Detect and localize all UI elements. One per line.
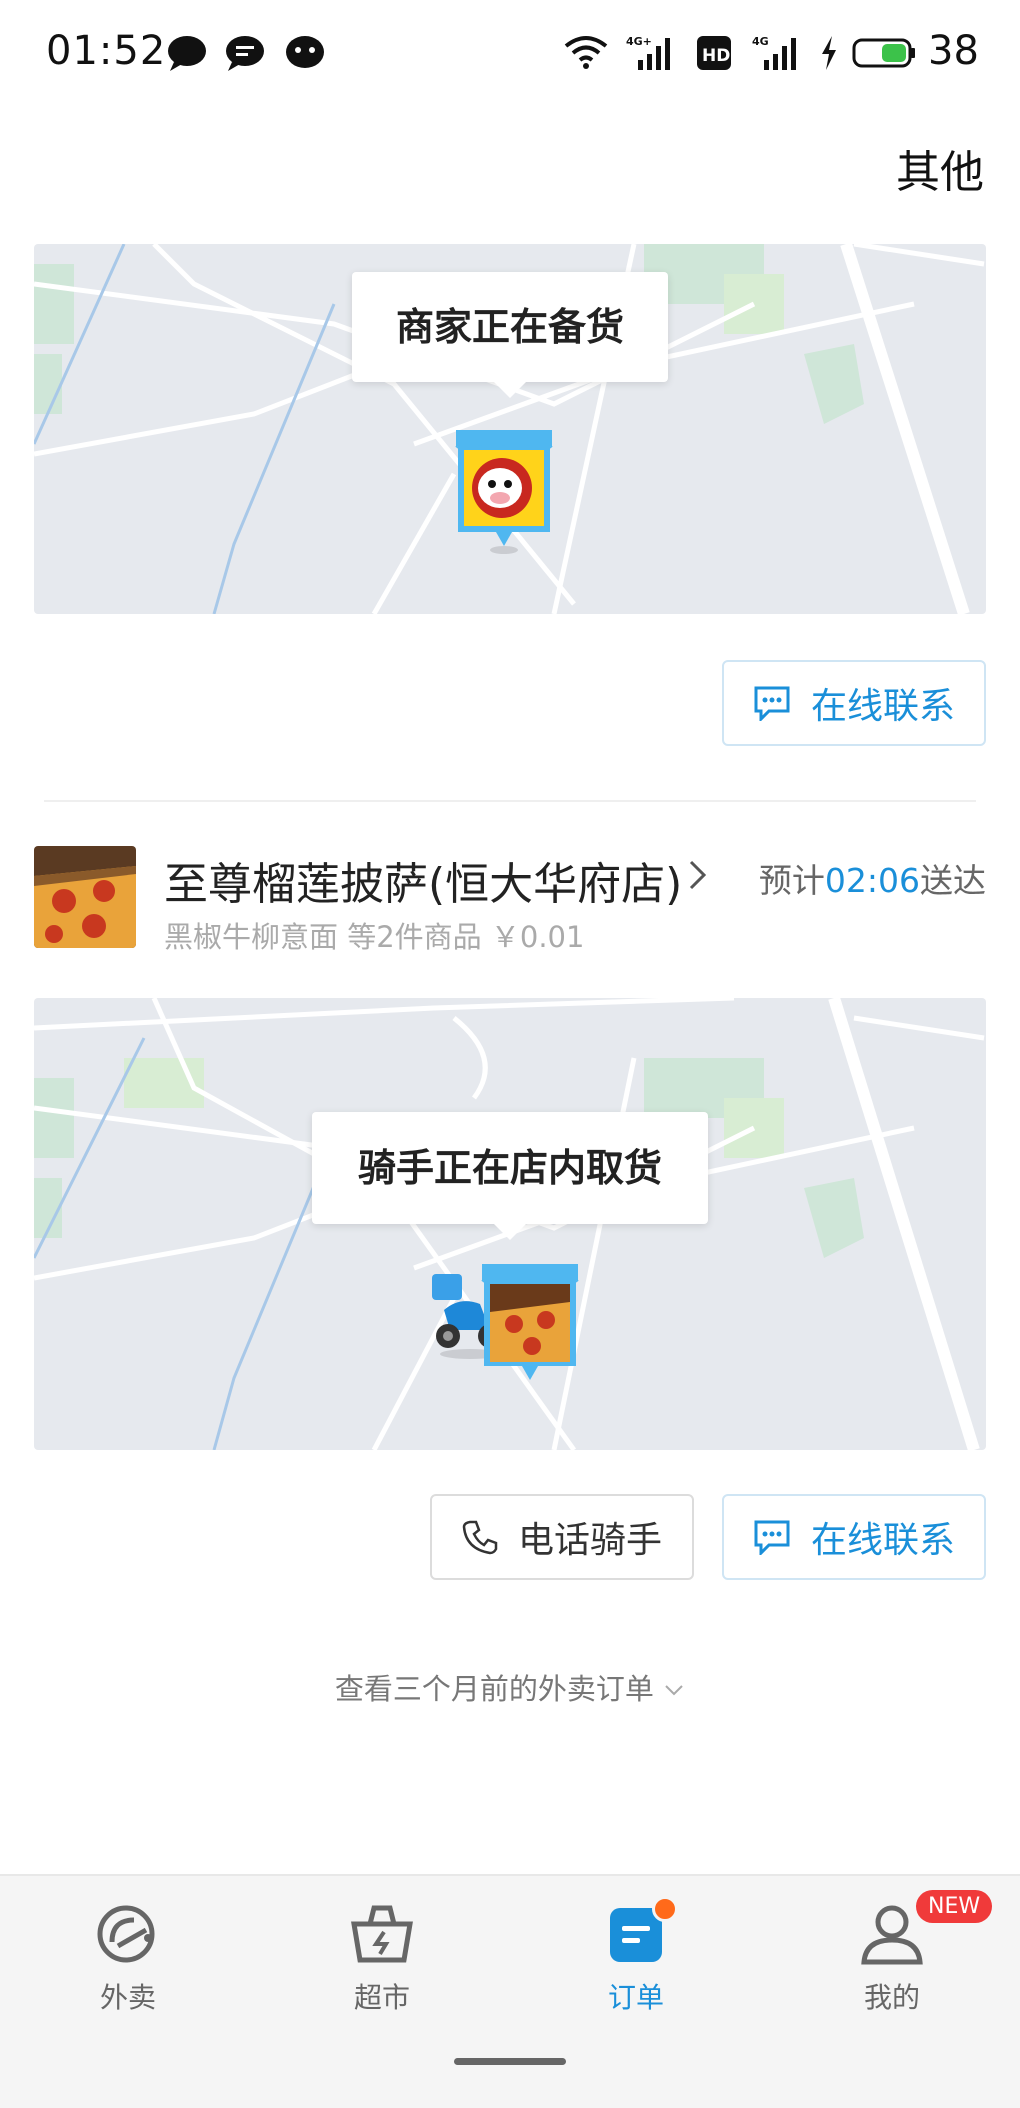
nav-tab-supermarket[interactable]: 超市: [302, 1902, 462, 2016]
eta-suffix: 送达: [920, 861, 986, 900]
face-icon: [286, 36, 324, 68]
nav-label-orders: 订单: [607, 1981, 664, 2014]
order2-map[interactable]: 骑手正在店内取货: [34, 998, 986, 1450]
nav-tab-mine[interactable]: NEW 我的: [812, 1890, 993, 2016]
shop-name-link[interactable]: 至尊榴莲披萨(恒大华府店): [164, 848, 682, 912]
charging-icon: [822, 36, 836, 70]
signal-4g-icon: 4G+: [626, 35, 670, 70]
order1-map[interactable]: 商家正在备货: [34, 244, 986, 614]
call-rider-button[interactable]: 电话骑手: [430, 1494, 694, 1580]
phone-icon: [462, 1520, 498, 1555]
basket-icon: [351, 1905, 413, 1963]
chat-bubble-icon: [754, 686, 790, 721]
call-rider-label: 电话骑手: [517, 1520, 662, 1561]
order1-status-bubble: 商家正在备货: [352, 272, 668, 398]
chevron-right-icon[interactable]: [686, 858, 710, 892]
order1-contact-label: 在线联系: [810, 686, 955, 727]
eta-text: 预计02:06送达: [759, 854, 986, 902]
chat-icon: [226, 36, 264, 71]
new-badge: NEW: [916, 1890, 993, 1923]
shop-pin-icon: [455, 430, 553, 554]
order2-contact-button[interactable]: 在线联系: [722, 1494, 986, 1580]
wifi-icon: [564, 36, 608, 69]
svg-text:4G: 4G: [752, 35, 769, 48]
battery-level: 38: [928, 28, 979, 74]
message-bubble-icon: [168, 36, 206, 71]
history-orders-link[interactable]: 查看三个月前的外卖订单: [0, 1666, 1020, 1708]
pizza-image: [34, 846, 136, 948]
nav-label-supermarket: 超市: [353, 1981, 410, 2014]
eta-prefix: 预计: [758, 861, 825, 900]
svg-text:HD: HD: [702, 46, 730, 66]
nav-label-waimai: 外卖: [99, 1981, 156, 2014]
order-divider: [44, 800, 976, 802]
signal-4g-2-icon: 4G: [752, 35, 796, 70]
order-items-summary: 黑椒牛柳意面 等2件商品 ￥0.01: [164, 920, 585, 954]
eta-time: 02:06: [824, 861, 920, 900]
svg-text:4G+: 4G+: [626, 35, 652, 48]
other-menu-button[interactable]: 其他: [896, 136, 984, 200]
hd-icon: HD: [697, 36, 731, 70]
nav-label-mine: 我的: [863, 1981, 920, 2014]
waimai-icon: [97, 1905, 155, 1963]
status-time: 01:52: [46, 28, 167, 74]
bottom-nav: 外卖 超市 订单 NEW 我的: [0, 1874, 1020, 2108]
home-indicator[interactable]: [454, 2058, 566, 2065]
nav-tab-waimai[interactable]: 外卖: [48, 1902, 208, 2016]
order1-contact-button[interactable]: 在线联系: [722, 660, 986, 746]
status-bar: 01:52 4G+ HD 4G 38: [0, 0, 1020, 108]
order2-contact-label: 在线联系: [810, 1520, 955, 1561]
shop-pin-icon: [481, 1264, 579, 1380]
nav-tab-orders[interactable]: 订单: [556, 1896, 716, 2016]
orders-badge-dot: [652, 1896, 678, 1922]
chevron-down-icon: [665, 1685, 683, 1696]
chat-bubble-icon: [754, 1520, 790, 1555]
user-icon: [861, 1905, 923, 1965]
battery-icon: [852, 38, 915, 68]
shop-thumbnail[interactable]: [34, 846, 136, 948]
history-orders-label: 查看三个月前的外卖订单: [334, 1672, 654, 1706]
order2-status-bubble: 骑手正在店内取货: [312, 1112, 708, 1240]
